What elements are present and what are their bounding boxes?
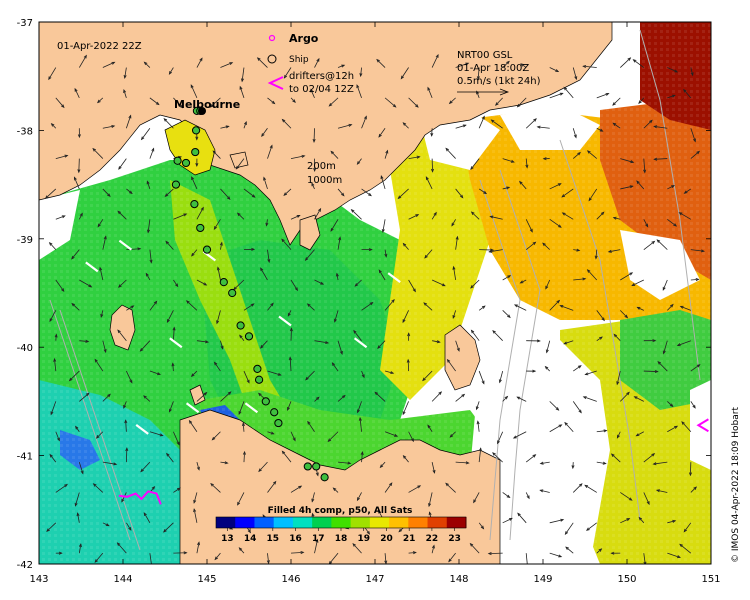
current-vector-head — [150, 564, 152, 567]
argo-legend-label: Argo — [289, 32, 319, 45]
colorbar-swatch — [254, 517, 275, 528]
x-tick-label: 144 — [113, 574, 132, 585]
ship-position-marker — [171, 180, 181, 189]
current-vector — [643, 370, 658, 372]
ship-position-marker — [196, 223, 205, 233]
colorbar-tick-label: 18 — [335, 534, 348, 544]
colorbar-tick-label: 15 — [267, 534, 280, 544]
ship-position-marker — [254, 375, 264, 384]
plot-area — [39, 22, 711, 567]
current-key-line2: 01-Apr 18:00Z — [457, 63, 529, 74]
colorbar-tick-label: 23 — [448, 534, 461, 544]
sst-map: 143 144 145 146 147 148 149 150 151 -37 -38 -39 -40… — [17, 18, 741, 585]
ship-position-marker — [274, 418, 283, 428]
colorbar-swatch — [216, 517, 236, 528]
colorbar-swatch — [408, 517, 429, 528]
colorbar-tick-label: 19 — [357, 534, 370, 544]
ship-position-marker — [261, 397, 270, 406]
credit-label: © IMOS 04-Apr-2022 18:09 Hobart — [731, 407, 741, 563]
colorbar-swatch — [331, 517, 352, 528]
ship-position-marker — [253, 364, 262, 373]
ship-position-marker — [270, 408, 279, 417]
x-tick-label: 150 — [617, 574, 636, 585]
x-tick-label: 146 — [281, 574, 300, 585]
colorbar-tick-label: 21 — [403, 534, 416, 544]
y-tick-label: -42 — [17, 560, 33, 571]
ship-position-marker — [173, 156, 182, 165]
drifter-legend-line2: to 02/04 12Z — [289, 84, 354, 95]
colorbar-tick-label: 16 — [289, 534, 302, 544]
ship-position-marker — [244, 332, 254, 341]
colorbar-tick-label: 17 — [312, 534, 325, 544]
current-key-line1: NRT00 GSL — [457, 50, 513, 61]
ship-position-marker — [181, 158, 191, 168]
colorbar-swatch — [389, 517, 409, 528]
colorbar-swatch — [350, 517, 371, 528]
x-tick-label: 143 — [29, 574, 48, 585]
colorbar-tick-label: 22 — [426, 534, 439, 544]
ship-position-marker — [191, 147, 200, 157]
colorbar-swatch — [446, 517, 467, 528]
ship-legend-label: Ship — [289, 55, 309, 65]
ship-position-marker — [320, 473, 329, 482]
drifter-legend-line1: drifters@12h — [289, 71, 354, 82]
colorbar-swatch — [369, 517, 390, 528]
ship-position-marker — [303, 462, 312, 471]
colorbar-tick-label: 14 — [244, 534, 257, 544]
ship-position-marker — [228, 288, 237, 298]
y-tick-label: -38 — [17, 126, 33, 137]
city-label: Melbourne — [174, 98, 240, 111]
ship-position-marker — [236, 321, 245, 330]
y-tick-label: -41 — [17, 452, 33, 463]
ship-position-marker — [191, 126, 201, 135]
current-key-line3: 0.5m/s (1kt 24h) — [457, 76, 541, 87]
colorbar-swatch — [273, 517, 294, 528]
ship-position-marker — [312, 462, 321, 471]
colorbar-swatches — [216, 517, 467, 528]
depth-label-200m: 200m — [307, 161, 336, 172]
depth-label-1000m: 1000m — [307, 175, 342, 186]
x-tick-label: 149 — [533, 574, 552, 585]
colorbar-tick-label: 13 — [221, 534, 234, 544]
x-tick-label: 147 — [365, 574, 384, 585]
colorbar-swatch — [292, 517, 313, 528]
ship-position-marker — [219, 278, 228, 287]
y-tick-label: -40 — [17, 343, 33, 354]
colorbar-title: Filled 4h comp, p50, All Sats — [268, 506, 413, 516]
current-vector — [78, 158, 80, 173]
current-vector — [125, 448, 128, 463]
colorbar-swatch — [235, 517, 255, 528]
x-tick-label: 148 — [449, 574, 468, 585]
timestamp-label: 01-Apr-2022 22Z — [57, 41, 142, 52]
x-tick-label: 145 — [197, 574, 216, 585]
ship-position-marker — [202, 245, 212, 254]
colorbar-tick-label: 20 — [380, 534, 393, 544]
colorbar-swatch — [312, 517, 332, 528]
y-tick-label: -37 — [17, 18, 33, 29]
x-tick-label: 151 — [701, 574, 720, 585]
ship-position-marker — [190, 200, 199, 209]
colorbar-swatch — [427, 517, 448, 528]
y-tick-label: -39 — [17, 235, 33, 246]
